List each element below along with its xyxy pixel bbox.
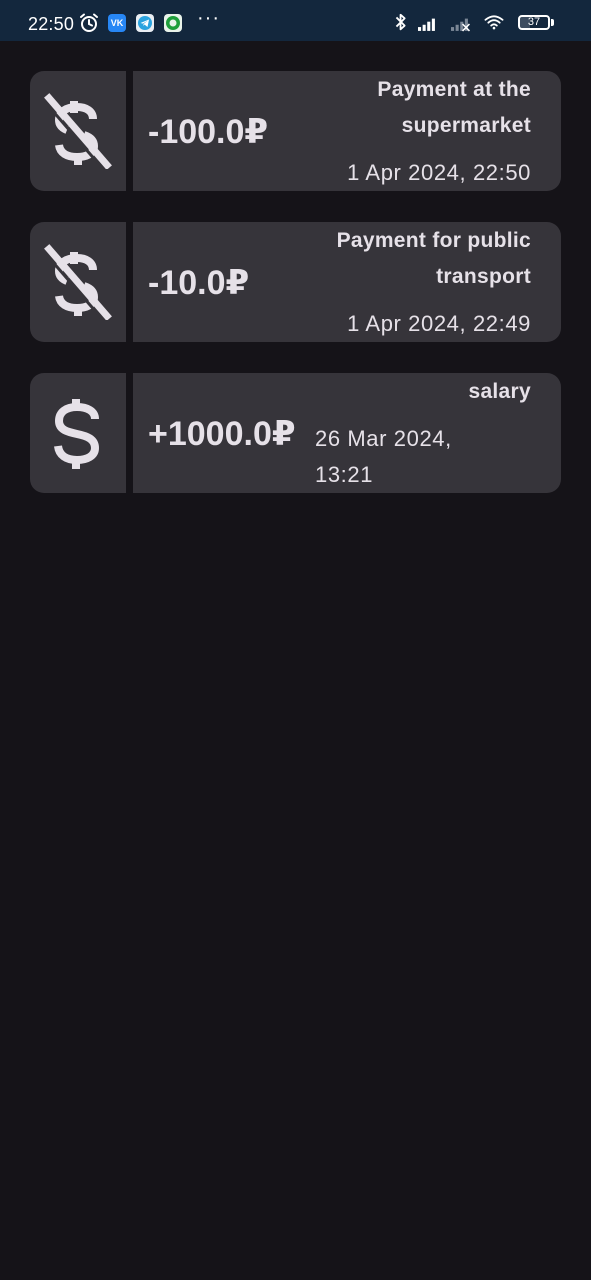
transaction-amount: +1000.0₽: [148, 415, 296, 453]
vk-app-icon: VK: [108, 14, 126, 32]
status-time: 22:50: [28, 14, 75, 34]
transaction-amount: -10.0₽: [148, 264, 250, 302]
alarm-icon: [80, 13, 98, 32]
green-app-icon: [164, 14, 182, 32]
transaction-details: Payment at the supermarket 1 Apr 2024, 2…: [271, 71, 531, 185]
transaction-details: salary: [468, 374, 531, 410]
transaction-list: -100.0₽ Payment at the supermarket 1 Apr…: [30, 71, 561, 524]
transaction-description: salary: [468, 380, 531, 403]
money-off-icon: [44, 244, 112, 320]
wifi-icon: [484, 15, 504, 30]
transaction-body: -100.0₽ Payment at the supermarket 1 Apr…: [133, 71, 561, 191]
transaction-icon-box: [30, 373, 126, 493]
vk-app-label: VK: [110, 18, 124, 28]
transaction-card[interactable]: -10.0₽ Payment for public transport 1 Ap…: [30, 222, 561, 342]
battery-tip: [551, 19, 554, 26]
more-notifications-icon: ···: [197, 7, 220, 29]
transaction-amount: -100.0₽: [148, 113, 269, 151]
transaction-date: 1 Apr 2024, 22:50: [347, 160, 531, 185]
money-off-icon: [44, 93, 112, 169]
transaction-details: Payment for public transport 1 Apr 2024,…: [271, 222, 531, 336]
transaction-body: +1000.0₽ 26 Mar 2024, 13:21 salary: [133, 373, 561, 493]
transaction-date: 1 Apr 2024, 22:49: [347, 311, 531, 336]
transaction-description: Payment at the supermarket: [377, 78, 531, 137]
bluetooth-icon: [395, 13, 406, 31]
transaction-icon-box: [30, 71, 126, 191]
telegram-app-icon: [136, 14, 154, 32]
transaction-date: 26 Mar 2024, 13:21: [315, 426, 452, 487]
transaction-icon-box: [30, 222, 126, 342]
transaction-card[interactable]: -100.0₽ Payment at the supermarket 1 Apr…: [30, 71, 561, 191]
dollar-icon: [54, 399, 100, 469]
battery-icon: 37: [518, 15, 550, 30]
transaction-card[interactable]: +1000.0₽ 26 Mar 2024, 13:21 salary: [30, 373, 561, 493]
status-bar: 22:50 VK ··· 37: [0, 0, 591, 41]
signal-icon: [418, 18, 435, 31]
battery-percent: 37: [527, 16, 541, 28]
transaction-body: -10.0₽ Payment for public transport 1 Ap…: [133, 222, 561, 342]
signal-off-icon: [451, 18, 471, 32]
transaction-description: Payment for public transport: [336, 229, 531, 288]
